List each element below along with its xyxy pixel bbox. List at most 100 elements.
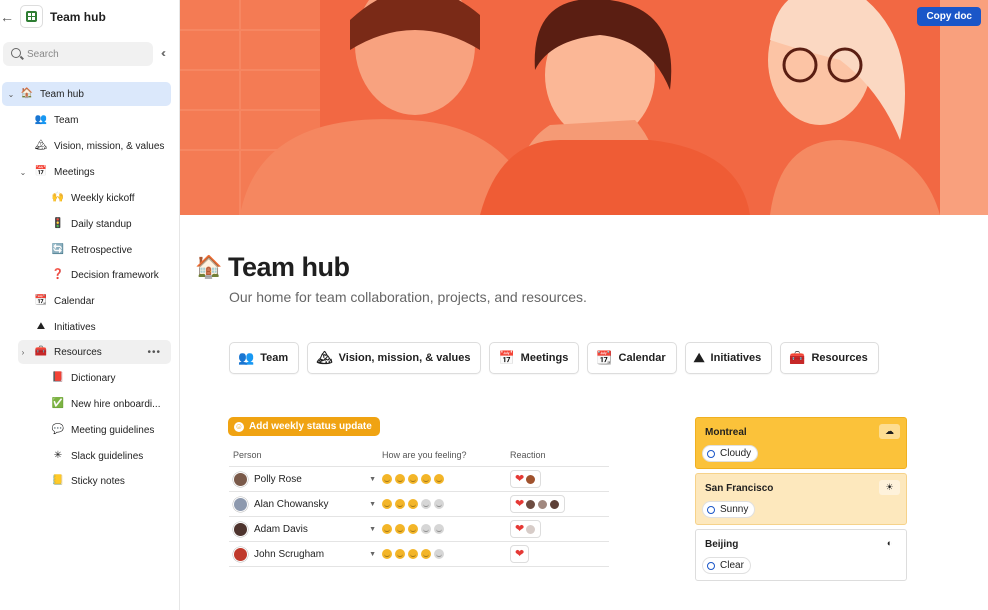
sidebar-item-daily-standup[interactable]: 🚦 Daily standup xyxy=(51,212,171,236)
sidebar-item-decision-framework[interactable]: ❓ Decision framework xyxy=(51,263,171,287)
sidebar-item-label: Meetings xyxy=(54,166,95,178)
sidebar-item-new-hire-onboarding[interactable]: ✅ New hire onboardi... xyxy=(51,392,171,416)
weather-condition-chip[interactable]: Cloudy xyxy=(702,445,759,462)
sidebar-item-resources[interactable]: › 🧰 Resources ••• xyxy=(18,340,171,364)
feeling-emoji-icon[interactable] xyxy=(421,499,431,509)
feeling-emoji-icon[interactable] xyxy=(421,474,431,484)
sidebar-item-meetings[interactable]: ⌄ 📅 Meetings xyxy=(18,160,171,184)
link-meetings[interactable]: 📅 Meetings xyxy=(489,342,580,374)
weather-city: Montreal xyxy=(705,427,747,438)
toolbox-icon: 🧰 xyxy=(789,350,806,365)
feeling-emoji-icon[interactable] xyxy=(408,499,418,509)
chevron-down-icon[interactable]: ▼ xyxy=(369,501,376,508)
traffic-light-icon: 🚦 xyxy=(51,218,65,229)
sticky-note-icon: 📒 xyxy=(51,475,65,486)
person-select[interactable]: Polly Rose ▼ xyxy=(229,471,382,487)
search-input[interactable] xyxy=(27,45,147,63)
feeling-rating[interactable] xyxy=(382,499,510,509)
add-status-update-button[interactable]: ☺ Add weekly status update xyxy=(228,417,380,436)
weather-icon: ◐ xyxy=(879,536,900,551)
sidebar-item-vision[interactable]: 🏔 Vision, mission, & values xyxy=(34,134,171,158)
more-options-icon[interactable]: ••• xyxy=(147,347,161,358)
sidebar-item-weekly-kickoff[interactable]: 🙌 Weekly kickoff xyxy=(51,186,171,210)
feeling-emoji-icon[interactable] xyxy=(382,499,392,509)
sidebar-item-dictionary[interactable]: 📕 Dictionary xyxy=(51,366,171,390)
sidebar-item-slack-guidelines[interactable]: ✳ Slack guidelines xyxy=(51,444,171,468)
question-icon: ❓ xyxy=(51,269,65,280)
doc-logo-icon xyxy=(20,5,43,28)
reaction-button[interactable]: ❤ xyxy=(510,545,530,563)
table-header: Person How are you feeling? Reaction xyxy=(229,443,609,467)
person-select[interactable]: Alan Chowansky ▼ xyxy=(229,496,382,512)
sidebar-item-retrospective[interactable]: 🔄 Retrospective xyxy=(51,238,171,262)
table-row: Adam Davis ▼ ❤ xyxy=(229,517,609,542)
feeling-emoji-icon[interactable] xyxy=(408,474,418,484)
condition-icon xyxy=(707,505,715,514)
feeling-emoji-icon[interactable] xyxy=(421,549,431,559)
sidebar-item-initiatives[interactable]: ⛰ Initiatives xyxy=(34,315,171,339)
link-calendar[interactable]: 📆 Calendar xyxy=(587,342,677,374)
collapse-sidebar-icon[interactable]: ‹‹ xyxy=(161,46,166,60)
feeling-rating[interactable] xyxy=(382,549,510,559)
feeling-emoji-icon[interactable] xyxy=(421,524,431,534)
person-name: John Scrugham xyxy=(254,548,325,560)
feeling-emoji-icon[interactable] xyxy=(408,549,418,559)
link-resources[interactable]: 🧰 Resources xyxy=(780,342,879,374)
sidebar-item-label: New hire onboardi... xyxy=(71,398,161,410)
reaction-cell: ❤ xyxy=(510,545,609,563)
chevron-down-icon[interactable]: ▼ xyxy=(369,551,376,558)
link-vision[interactable]: 🏔 Vision, mission, & values xyxy=(307,342,482,374)
avatar xyxy=(233,546,248,562)
person-select[interactable]: John Scrugham ▼ xyxy=(229,546,382,562)
sidebar-item-sticky-notes[interactable]: 📒 Sticky notes xyxy=(51,469,171,493)
doc-title: Team hub xyxy=(50,10,106,24)
feeling-emoji-icon[interactable] xyxy=(382,474,392,484)
reactor-avatar xyxy=(525,473,537,485)
sidebar-item-team[interactable]: 👥 Team xyxy=(34,108,171,132)
link-team[interactable]: 👥 Team xyxy=(229,342,300,374)
feeling-emoji-icon[interactable] xyxy=(395,499,405,509)
person-select[interactable]: Adam Davis ▼ xyxy=(229,521,382,537)
heart-icon: ❤ xyxy=(515,522,525,535)
page-subtitle: Our home for team collaboration, project… xyxy=(229,289,587,305)
sidebar-item-meeting-guidelines[interactable]: 💬 Meeting guidelines xyxy=(51,418,171,442)
weather-icon: ☀ xyxy=(879,480,900,495)
reaction-cell: ❤ xyxy=(510,495,609,513)
feeling-emoji-icon[interactable] xyxy=(395,524,405,534)
chevron-down-icon[interactable]: ▼ xyxy=(369,526,376,533)
reaction-button[interactable]: ❤ xyxy=(510,495,566,513)
reaction-button[interactable]: ❤ xyxy=(510,520,542,538)
weather-city: Beijing xyxy=(705,539,739,550)
reaction-button[interactable]: ❤ xyxy=(510,470,542,488)
link-initiatives[interactable]: ⛰ Initiatives xyxy=(684,342,773,374)
copy-doc-button[interactable]: Copy doc xyxy=(917,7,981,26)
feeling-emoji-icon[interactable] xyxy=(434,524,444,534)
condition-icon xyxy=(707,449,715,458)
feeling-emoji-icon[interactable] xyxy=(382,524,392,534)
weather-condition-chip[interactable]: Clear xyxy=(702,557,751,574)
reactor-avatar xyxy=(549,498,561,510)
feeling-emoji-icon[interactable] xyxy=(434,549,444,559)
chevron-down-icon[interactable]: ⌄ xyxy=(6,90,16,99)
chevron-right-icon[interactable]: › xyxy=(18,348,28,357)
search-box[interactable] xyxy=(3,42,153,66)
mountain-icon: 🏔 xyxy=(34,140,48,151)
weather-condition: Cloudy xyxy=(720,448,752,459)
calendar-icon: 📆 xyxy=(34,295,48,306)
sidebar-item-team-hub[interactable]: ⌄ 🏠 Team hub xyxy=(2,82,171,106)
feeling-rating[interactable] xyxy=(382,524,510,534)
feeling-emoji-icon[interactable] xyxy=(395,549,405,559)
feeling-emoji-icon[interactable] xyxy=(408,524,418,534)
back-arrow-icon[interactable]: ← xyxy=(0,9,14,25)
heart-icon: ❤ xyxy=(515,497,525,510)
feeling-emoji-icon[interactable] xyxy=(382,549,392,559)
chevron-down-icon[interactable]: ⌄ xyxy=(18,168,28,177)
feeling-rating[interactable] xyxy=(382,474,510,484)
weather-condition-chip[interactable]: Sunny xyxy=(702,501,756,518)
sidebar-item-label: Weekly kickoff xyxy=(71,192,135,204)
feeling-emoji-icon[interactable] xyxy=(434,499,444,509)
chevron-down-icon[interactable]: ▼ xyxy=(369,476,376,483)
sidebar-item-calendar[interactable]: 📆 Calendar xyxy=(34,289,171,313)
feeling-emoji-icon[interactable] xyxy=(434,474,444,484)
feeling-emoji-icon[interactable] xyxy=(395,474,405,484)
